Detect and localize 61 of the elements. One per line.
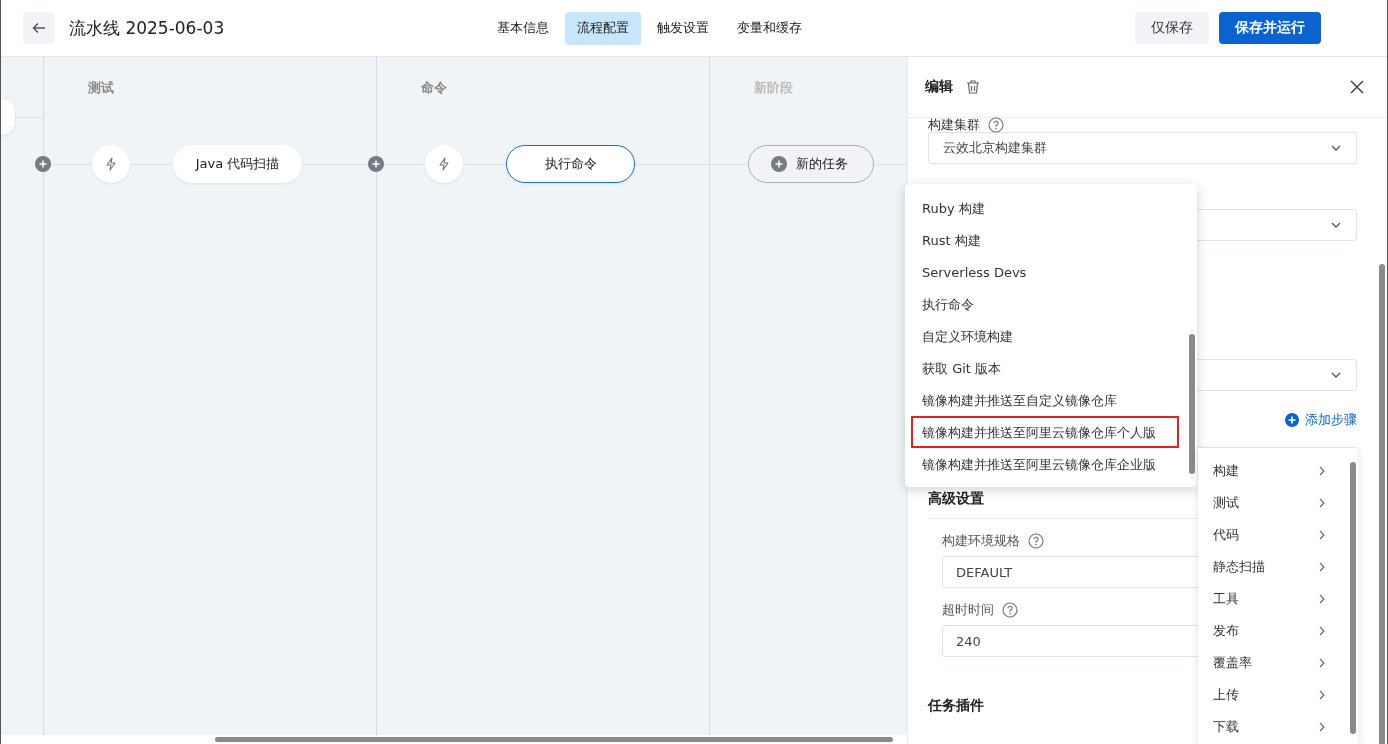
chevron-right-icon	[1318, 529, 1326, 541]
tab[interactable]: 流程配置	[565, 11, 641, 45]
menu-item[interactable]: 下载	[1198, 711, 1348, 743]
chevron-right-icon	[1318, 465, 1326, 477]
stage-title: 测试	[88, 79, 115, 97]
dropdown-option[interactable]: 获取 Git 版本	[911, 352, 1179, 384]
field-label: 超时时间	[942, 601, 994, 619]
dropdown-option[interactable]: 镜像构建并推送至阿里云镜像仓库企业版	[911, 448, 1179, 480]
menu-item[interactable]: 测试	[1198, 487, 1348, 519]
help-icon	[1028, 533, 1044, 549]
chevron-right-icon	[1318, 721, 1326, 733]
new-task-button[interactable]: 新的任务	[748, 145, 874, 183]
trigger-node[interactable]	[425, 145, 463, 183]
button-label: 新的任务	[796, 155, 848, 173]
save-button[interactable]: 仅保存	[1135, 12, 1209, 44]
chevron-right-icon	[1318, 657, 1326, 669]
select-field[interactable]: 云效北京构建集群	[928, 132, 1357, 164]
tab[interactable]: 触发设置	[645, 11, 721, 45]
stage-title: 命令	[421, 79, 448, 97]
back-arrow-icon	[31, 20, 47, 36]
lightning-icon	[105, 157, 117, 171]
lightning-icon	[438, 157, 450, 171]
add-step-link[interactable]: 添加步骤	[1285, 411, 1357, 429]
trash-icon[interactable]	[965, 79, 981, 95]
tab[interactable]: 基本信息	[485, 11, 561, 45]
help-icon	[1002, 602, 1018, 618]
panel-title: 编辑	[925, 78, 953, 96]
help-icon	[988, 117, 1004, 133]
section-heading: 任务插件	[928, 697, 984, 715]
chevron-right-icon	[1318, 689, 1326, 701]
dropdown-option[interactable]: Ruby 构建	[911, 192, 1179, 224]
task-node[interactable]: 执行命令	[506, 145, 635, 183]
trigger-node[interactable]	[92, 145, 130, 183]
stage-title: 新阶段	[754, 79, 794, 97]
dropdown-option[interactable]: 自定义环境构建	[911, 320, 1179, 352]
chevron-right-icon	[1318, 497, 1326, 509]
add-icon[interactable]	[35, 156, 51, 172]
dropdown-option[interactable]: 镜像构建并推送至阿里云镜像仓库个人版	[911, 416, 1179, 448]
plus-icon	[1285, 413, 1299, 427]
close-icon[interactable]	[1349, 79, 1365, 95]
field-label: 构建集群	[928, 116, 980, 134]
dropdown-option[interactable]: Rust 构建	[911, 224, 1179, 256]
dropdown-option[interactable]: 执行命令	[911, 288, 1179, 320]
menu-item[interactable]: 构建	[1198, 455, 1348, 487]
menu-item[interactable]: 代码	[1198, 519, 1348, 551]
horizontal-scrollbar[interactable]	[1, 735, 907, 744]
dropdown-option[interactable]: 镜像构建并推送至自定义镜像仓库	[911, 384, 1179, 416]
save-and-run-button[interactable]: 保存并运行	[1219, 12, 1321, 44]
chevron-right-icon	[1318, 625, 1326, 637]
dropdown-option[interactable]: Serverless Devs	[911, 256, 1179, 288]
task-node[interactable]: Java 代码扫描	[173, 145, 302, 183]
back-button[interactable]	[23, 12, 55, 44]
tab[interactable]: 变量和缓存	[725, 11, 814, 45]
chevron-right-icon	[1318, 561, 1326, 573]
pipeline-title: 流水线 2025-06-03	[69, 16, 225, 40]
menu-item[interactable]: 上传	[1198, 679, 1348, 711]
plus-icon	[771, 156, 787, 172]
field-label: 构建环境规格	[942, 532, 1020, 550]
add-icon[interactable]	[368, 156, 384, 172]
task-node[interactable]	[1, 99, 15, 135]
chevron-right-icon	[1318, 593, 1326, 605]
